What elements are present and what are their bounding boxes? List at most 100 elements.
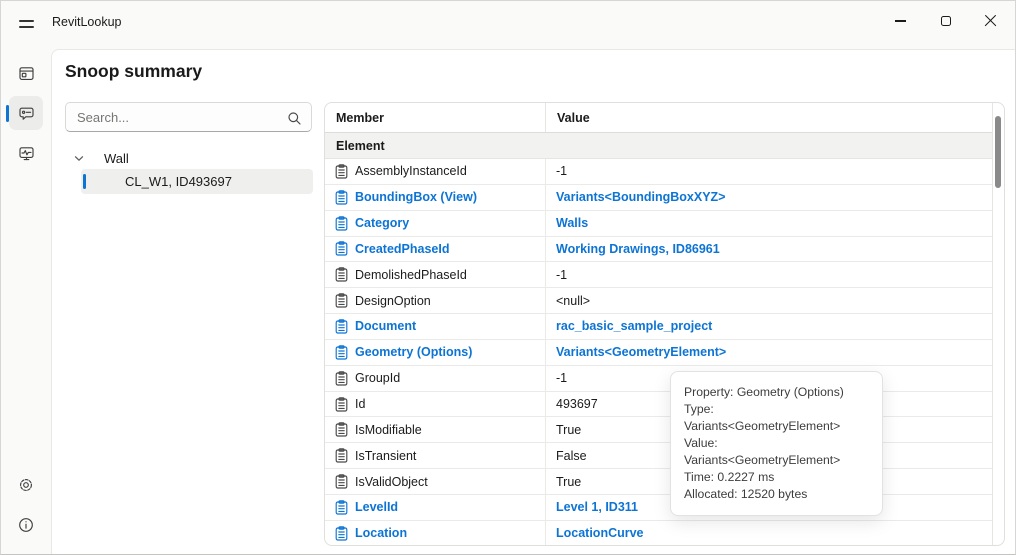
monitor-pulse-icon — [18, 145, 35, 162]
member-name: BoundingBox (View) — [355, 190, 477, 204]
chevron-down-icon[interactable] — [74, 155, 84, 162]
clipboard-icon — [335, 345, 348, 360]
clipboard-icon — [335, 474, 348, 489]
member-name: Location — [355, 526, 407, 540]
search-icon — [287, 111, 302, 131]
close-button[interactable] — [968, 1, 1013, 41]
clipboard-icon — [335, 293, 348, 308]
member-value: -1 — [556, 371, 567, 385]
member-value: Variants<BoundingBoxXYZ> — [556, 190, 725, 204]
tooltip-line: Property: Geometry (Options) — [684, 384, 869, 401]
dashboard-icon — [18, 65, 35, 82]
content-card: Snoop summary Wall CL_W1, ID493697 — [51, 49, 1015, 554]
member-name: LevelId — [355, 500, 398, 514]
info-icon — [17, 516, 35, 534]
member-table: Member Value Element AssemblyInstanceId-… — [324, 102, 1005, 546]
tree-node-label: Wall — [104, 151, 129, 166]
clipboard-icon — [335, 397, 348, 412]
hamburger-icon — [19, 26, 34, 28]
tree-item-label: CL_W1, ID493697 — [125, 174, 232, 189]
vertical-scrollbar[interactable] — [995, 116, 1001, 188]
table-row[interactable]: Category Walls — [325, 211, 992, 237]
sidebar-bottom — [1, 468, 51, 548]
member-name: AssemblyInstanceId — [355, 164, 467, 178]
table-row[interactable]: GroupId -1 — [325, 366, 992, 392]
clipboard-icon — [335, 319, 348, 334]
member-value: Level 1, ID311 — [556, 500, 638, 514]
tooltip-line: Time: 0.2227 ms — [684, 469, 869, 486]
member-name: CreatedPhaseId — [355, 242, 449, 256]
table-row[interactable]: IsValidObject True — [325, 469, 992, 495]
clipboard-icon — [335, 500, 348, 515]
sidebar — [1, 49, 51, 554]
member-name: DesignOption — [355, 294, 431, 308]
clipboard-icon — [335, 216, 348, 231]
tree-node-wall[interactable]: Wall — [65, 146, 312, 170]
sidebar-item-settings[interactable] — [9, 468, 43, 502]
sidebar-item-dashboard[interactable] — [9, 56, 43, 90]
page-title: Snoop summary — [65, 61, 202, 82]
gear-icon — [17, 476, 35, 494]
member-name: IsModifiable — [355, 423, 422, 437]
tooltip-line: Allocated: 12520 bytes — [684, 486, 869, 503]
window-controls — [878, 1, 1013, 41]
table-row[interactable]: Location LocationCurve — [325, 521, 992, 546]
member-name: Geometry (Options) — [355, 345, 472, 359]
clipboard-icon — [335, 190, 348, 205]
table-row[interactable]: Geometry (Options) Variants<GeometryEleme… — [325, 340, 992, 366]
sidebar-item-snoop-summary[interactable] — [9, 96, 43, 130]
titlebar: RevitLookup — [1, 1, 1015, 49]
clipboard-icon — [335, 422, 348, 437]
clipboard-icon — [335, 164, 348, 179]
minimize-icon — [895, 20, 906, 21]
member-value: False — [556, 449, 587, 463]
clipboard-icon — [335, 241, 348, 256]
member-value: Walls — [556, 216, 588, 230]
member-value: -1 — [556, 268, 567, 282]
table-row[interactable]: IsModifiable True — [325, 417, 992, 443]
tree-item-selected[interactable]: CL_W1, ID493697 — [81, 169, 313, 194]
member-column-header[interactable]: Member — [325, 103, 546, 132]
member-name: Document — [355, 319, 416, 333]
member-value: True — [556, 423, 581, 437]
maximize-button[interactable] — [923, 1, 968, 41]
selection-indicator — [6, 105, 9, 122]
member-name: Category — [355, 216, 409, 230]
table-content: Member Value Element AssemblyInstanceId-… — [325, 103, 993, 545]
table-row[interactable]: BoundingBox (View) Variants<BoundingBoxXY… — [325, 185, 992, 211]
table-row[interactable]: DesignOption<null> — [325, 288, 992, 314]
clipboard-icon — [335, 267, 348, 282]
table-row[interactable]: Documentrac_basic_sample_project — [325, 314, 992, 340]
search-input[interactable] — [66, 103, 311, 131]
table-body: AssemblyInstanceId-1 BoundingBox (View)V… — [325, 159, 992, 546]
member-name: DemolishedPhaseId — [355, 268, 467, 282]
member-name: GroupId — [355, 371, 400, 385]
sidebar-item-about[interactable] — [9, 508, 43, 542]
selection-indicator — [83, 174, 86, 189]
member-name: Id — [355, 397, 365, 411]
hamburger-icon — [19, 20, 34, 22]
revitlookup-window: RevitLookup — [0, 0, 1016, 555]
maximize-icon — [941, 16, 951, 26]
sidebar-item-event-monitor[interactable] — [9, 136, 43, 170]
search-box — [65, 102, 312, 132]
member-value: LocationCurve — [556, 526, 644, 540]
table-row[interactable]: DemolishedPhaseId -1 — [325, 262, 992, 288]
table-row[interactable]: CreatedPhaseIdWorking Drawings, ID86961 — [325, 237, 992, 263]
member-value: Variants<GeometryElement> — [556, 345, 726, 359]
member-value: True — [556, 475, 581, 489]
clipboard-icon — [335, 448, 348, 463]
minimize-button[interactable] — [878, 1, 923, 41]
table-row[interactable]: LevelId Level 1, ID311 — [325, 495, 992, 521]
table-row[interactable]: IsTransientFalse — [325, 443, 992, 469]
table-row[interactable]: AssemblyInstanceId-1 — [325, 159, 992, 185]
hamburger-menu-button[interactable] — [12, 10, 40, 38]
tooltip-line: Value: Variants<GeometryElement> — [684, 435, 869, 469]
table-row[interactable]: Id493697 — [325, 392, 992, 418]
tooltip: Property: Geometry (Options)Type: Varian… — [670, 371, 883, 516]
clipboard-icon — [335, 526, 348, 541]
value-column-header[interactable]: Value — [546, 103, 992, 132]
table-group-row[interactable]: Element — [325, 133, 992, 159]
member-name: IsValidObject — [355, 475, 428, 489]
table-header: Member Value — [325, 103, 992, 133]
